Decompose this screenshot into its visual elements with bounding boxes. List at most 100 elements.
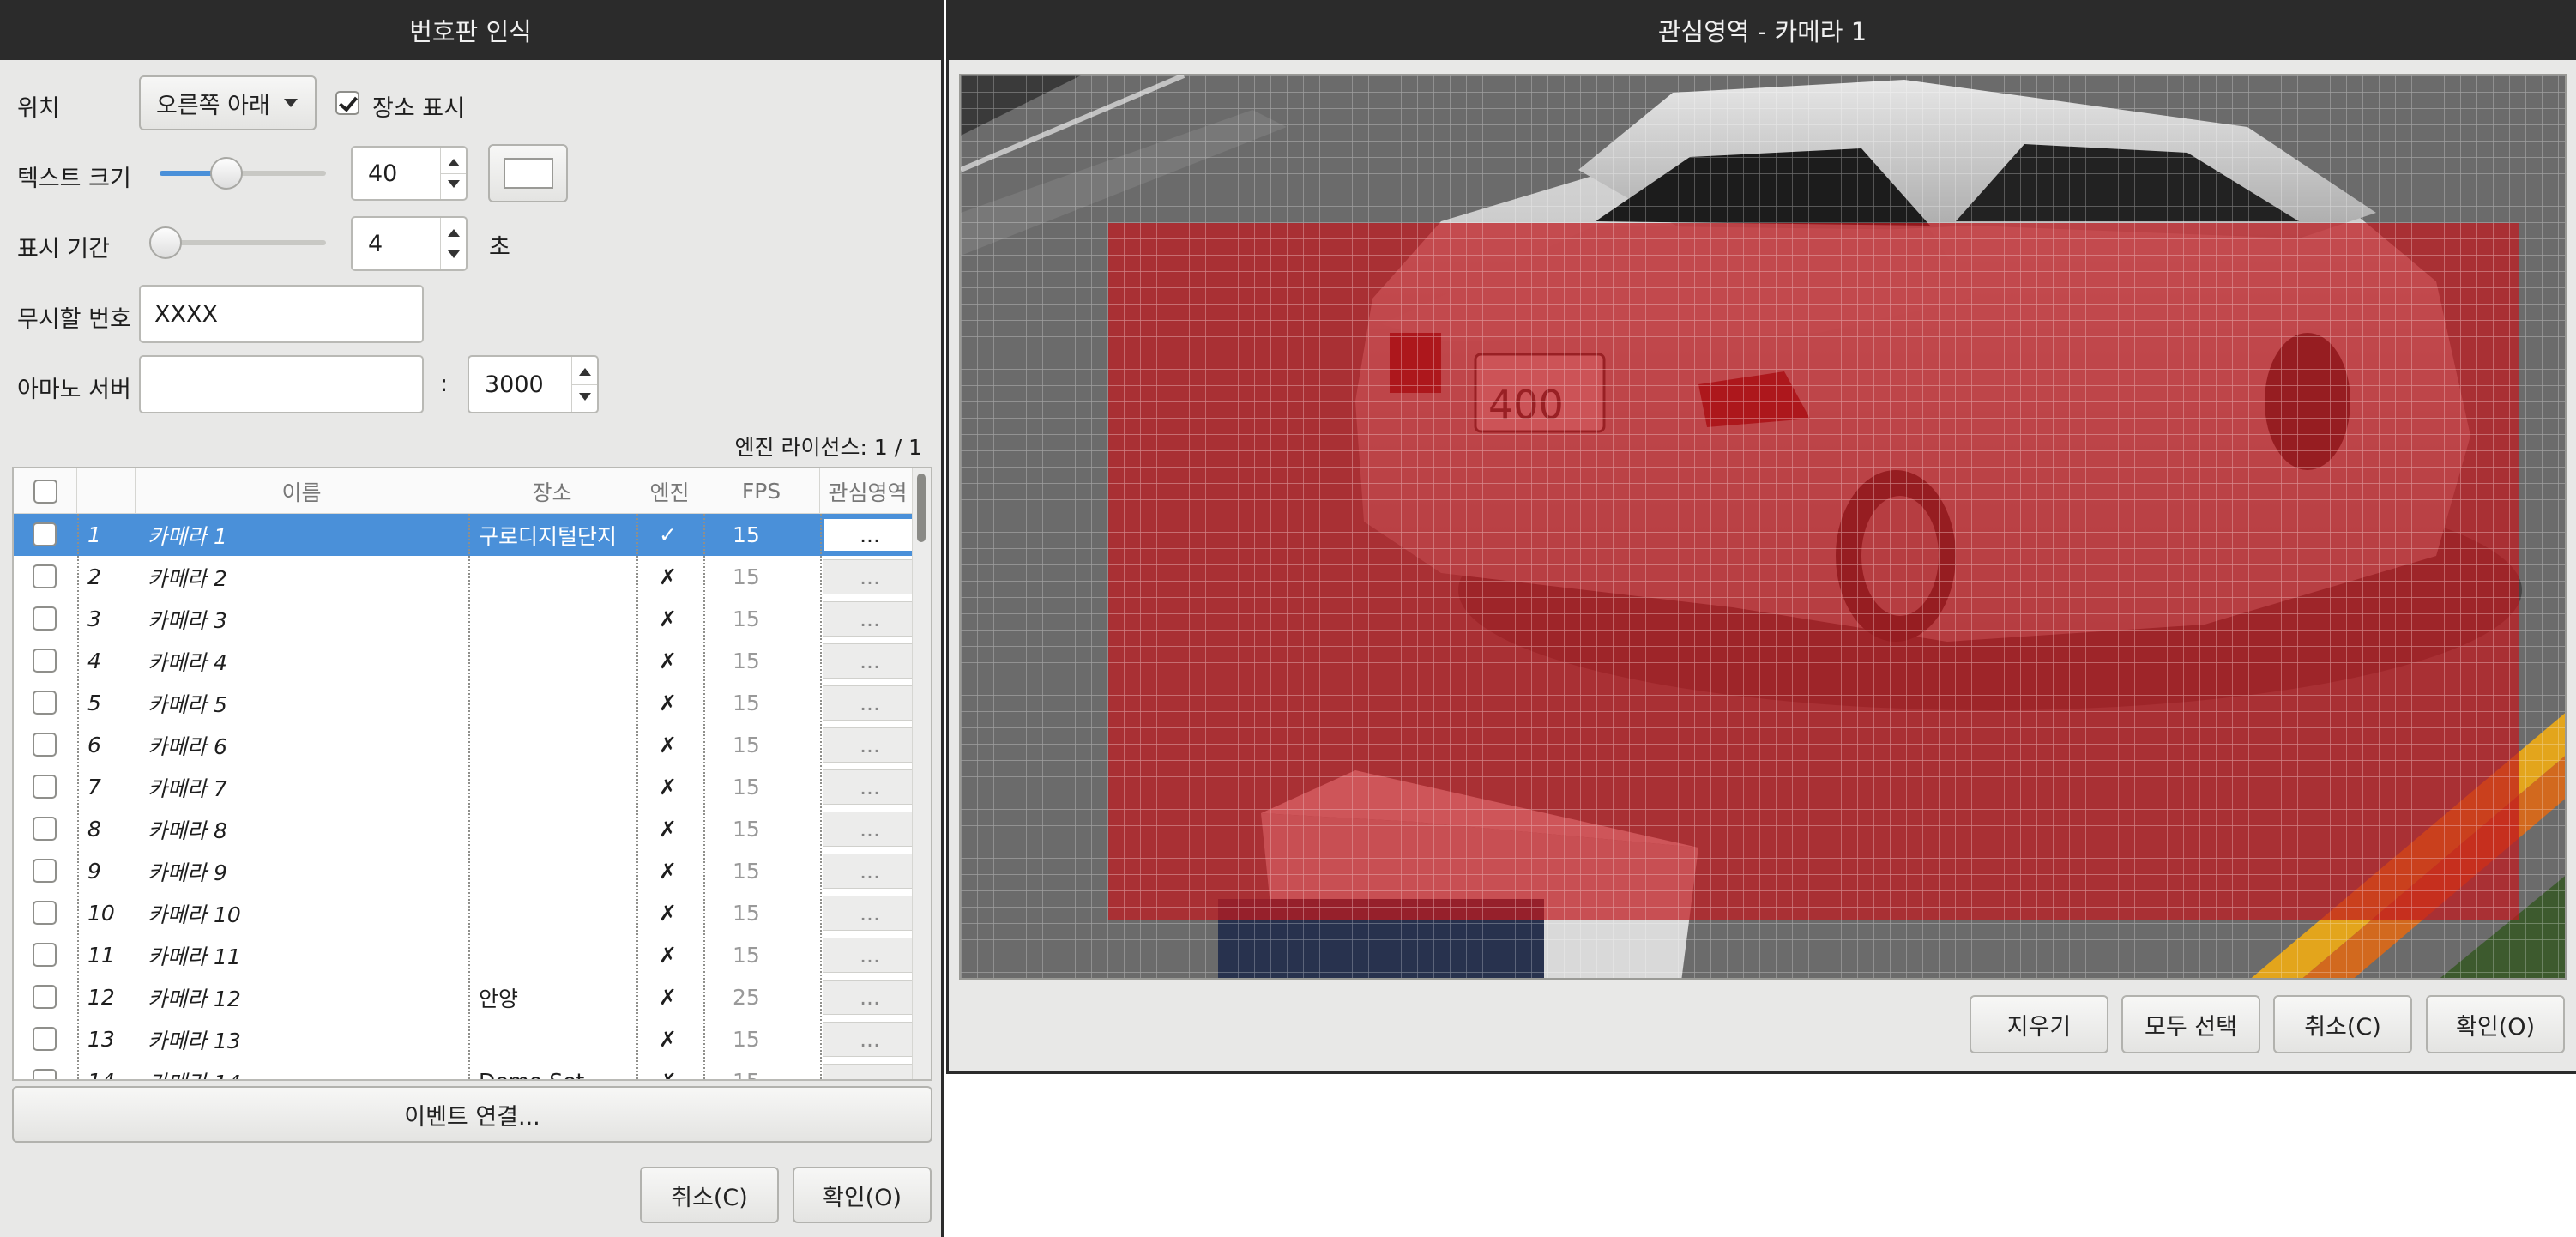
table-row[interactable]: 10 카메라 10 ✗ 15...	[14, 892, 917, 934]
position-dropdown[interactable]: 오른쪽 아래	[139, 75, 317, 130]
row-roi-button[interactable]: ...	[823, 601, 917, 637]
table-row[interactable]: 2 카메라 2 ✗ 15...	[14, 556, 917, 598]
row-checkbox[interactable]	[33, 522, 57, 546]
spin-up-icon[interactable]	[579, 368, 591, 376]
spin-arrows[interactable]	[440, 218, 466, 269]
header-roi[interactable]: 관심영역	[820, 468, 915, 514]
row-roi-button[interactable]: ...	[823, 938, 917, 973]
text-size-slider[interactable]	[160, 156, 326, 190]
table-row[interactable]: 5 카메라 5 ✗ 15...	[14, 682, 917, 724]
column-divider	[820, 514, 822, 1079]
show-place-label: 장소 표시	[372, 95, 465, 122]
row-checkbox[interactable]	[33, 985, 57, 1009]
header-name[interactable]: 이름	[136, 468, 468, 514]
row-checkbox[interactable]	[33, 775, 57, 799]
ignore-number-input[interactable]: XXXX	[139, 285, 424, 343]
table-row[interactable]: 12 카메라 12 안양 ✗ 25...	[14, 976, 917, 1018]
table-row[interactable]: 1 카메라 1 구로디지털단지 ✓ 15...	[14, 514, 917, 556]
table-row[interactable]: 13 카메라 13 ✗ 15...	[14, 1018, 917, 1060]
row-camera-name: 카메라 3	[148, 607, 227, 633]
duration-slider[interactable]	[149, 226, 326, 260]
event-link-button[interactable]: 이벤트 연결...	[12, 1086, 932, 1143]
row-checkbox[interactable]	[33, 733, 57, 757]
slider-knob[interactable]	[210, 157, 243, 190]
header-select-all[interactable]	[14, 468, 77, 514]
server-port-spinbox[interactable]: 3000	[468, 355, 599, 413]
row-fps: 15	[733, 817, 760, 842]
spin-down-icon[interactable]	[448, 180, 460, 188]
row-fps: 15	[733, 775, 760, 800]
row-roi-button[interactable]: ...	[823, 812, 917, 847]
duration-spinbox[interactable]: 4	[351, 216, 468, 271]
header-fps[interactable]: FPS	[703, 468, 820, 514]
row-engine-status: ✗	[659, 817, 677, 842]
ok-button[interactable]: 확인(O)	[793, 1167, 932, 1223]
table-row[interactable]: 3 카메라 3 ✗ 15...	[14, 598, 917, 640]
row-number: 5	[87, 691, 101, 715]
spin-arrows[interactable]	[440, 148, 466, 199]
table-row[interactable]: 4 카메라 4 ✗ 15...	[14, 640, 917, 682]
text-color-button[interactable]	[488, 144, 568, 202]
spin-arrows[interactable]	[571, 357, 597, 412]
clear-button[interactable]: 지우기	[1970, 995, 2108, 1053]
row-roi-button[interactable]: ...	[823, 854, 917, 889]
row-checkbox[interactable]	[33, 649, 57, 673]
spin-up-icon[interactable]	[448, 159, 460, 166]
header-engine[interactable]: 엔진	[636, 468, 703, 514]
table-row[interactable]: 8 카메라 8 ✗ 15...	[14, 808, 917, 850]
row-fps: 25	[733, 985, 760, 1010]
table-row[interactable]: 7 카메라 7 ✗ 15...	[14, 766, 917, 808]
row-camera-name: 카메라 1	[148, 523, 227, 549]
row-checkbox[interactable]	[33, 564, 57, 588]
row-roi-button[interactable]: ...	[823, 685, 917, 721]
row-number: 10	[87, 901, 115, 926]
row-number: 13	[87, 1027, 115, 1052]
roi-cancel-button[interactable]: 취소(C)	[2273, 995, 2412, 1053]
camera-snapshot: 400	[961, 75, 2565, 978]
table-row[interactable]: 9 카메라 9 ✗ 15...	[14, 850, 917, 892]
cancel-button[interactable]: 취소(C)	[640, 1167, 779, 1223]
row-number: 7	[87, 775, 101, 800]
row-camera-name: 카메라 11	[148, 944, 241, 969]
row-roi-button[interactable]: ...	[823, 896, 917, 931]
roi-dialog: 관심영역 - 카메라 1 지우기 모두 선택 취소(C) 확인(O)	[946, 0, 2576, 1074]
row-checkbox[interactable]	[33, 606, 57, 631]
header-place[interactable]: 장소	[468, 468, 636, 514]
spin-up-icon[interactable]	[448, 229, 460, 237]
row-checkbox[interactable]	[33, 859, 57, 883]
camera-view[interactable]: 400	[959, 74, 2567, 980]
row-roi-button[interactable]: ...	[823, 643, 917, 679]
row-roi-button[interactable]: ...	[823, 559, 917, 594]
row-engine-status: ✗	[659, 985, 677, 1010]
row-roi-button[interactable]: ...	[823, 769, 917, 805]
table-scrollbar[interactable]	[912, 468, 931, 1079]
row-checkbox[interactable]	[33, 817, 57, 841]
select-all-checkbox[interactable]	[33, 479, 57, 504]
table-row[interactable]: 11 카메라 11 ✗ 15...	[14, 934, 917, 976]
row-fps: 15	[733, 943, 760, 968]
row-checkbox[interactable]	[33, 691, 57, 715]
select-all-button[interactable]: 모두 선택	[2121, 995, 2260, 1053]
spin-down-icon[interactable]	[448, 250, 460, 258]
spin-down-icon[interactable]	[579, 393, 591, 401]
slider-knob[interactable]	[149, 226, 182, 259]
row-checkbox[interactable]	[33, 943, 57, 967]
row-roi-button[interactable]: ...	[823, 727, 917, 763]
row-roi-button[interactable]: ...	[823, 1064, 917, 1079]
server-host-input[interactable]	[139, 355, 424, 413]
table-row[interactable]: 14 카메라 14 Demo Set ✗ 15...	[14, 1060, 917, 1079]
text-size-spinbox[interactable]: 40	[351, 146, 468, 201]
row-checkbox[interactable]	[33, 901, 57, 925]
row-checkbox[interactable]	[33, 1027, 57, 1051]
roi-ok-button[interactable]: 확인(O)	[2426, 995, 2565, 1053]
scrollbar-thumb[interactable]	[917, 474, 926, 542]
row-roi-button[interactable]: ...	[823, 517, 917, 552]
chevron-down-icon	[284, 99, 298, 107]
row-camera-name: 카메라 9	[148, 860, 227, 885]
table-row[interactable]: 6 카메라 6 ✗ 15...	[14, 724, 917, 766]
row-fps: 15	[733, 691, 760, 715]
row-roi-button[interactable]: ...	[823, 1022, 917, 1057]
row-roi-button[interactable]: ...	[823, 980, 917, 1015]
row-checkbox[interactable]	[33, 1069, 57, 1079]
show-place-checkbox[interactable]	[335, 91, 359, 115]
